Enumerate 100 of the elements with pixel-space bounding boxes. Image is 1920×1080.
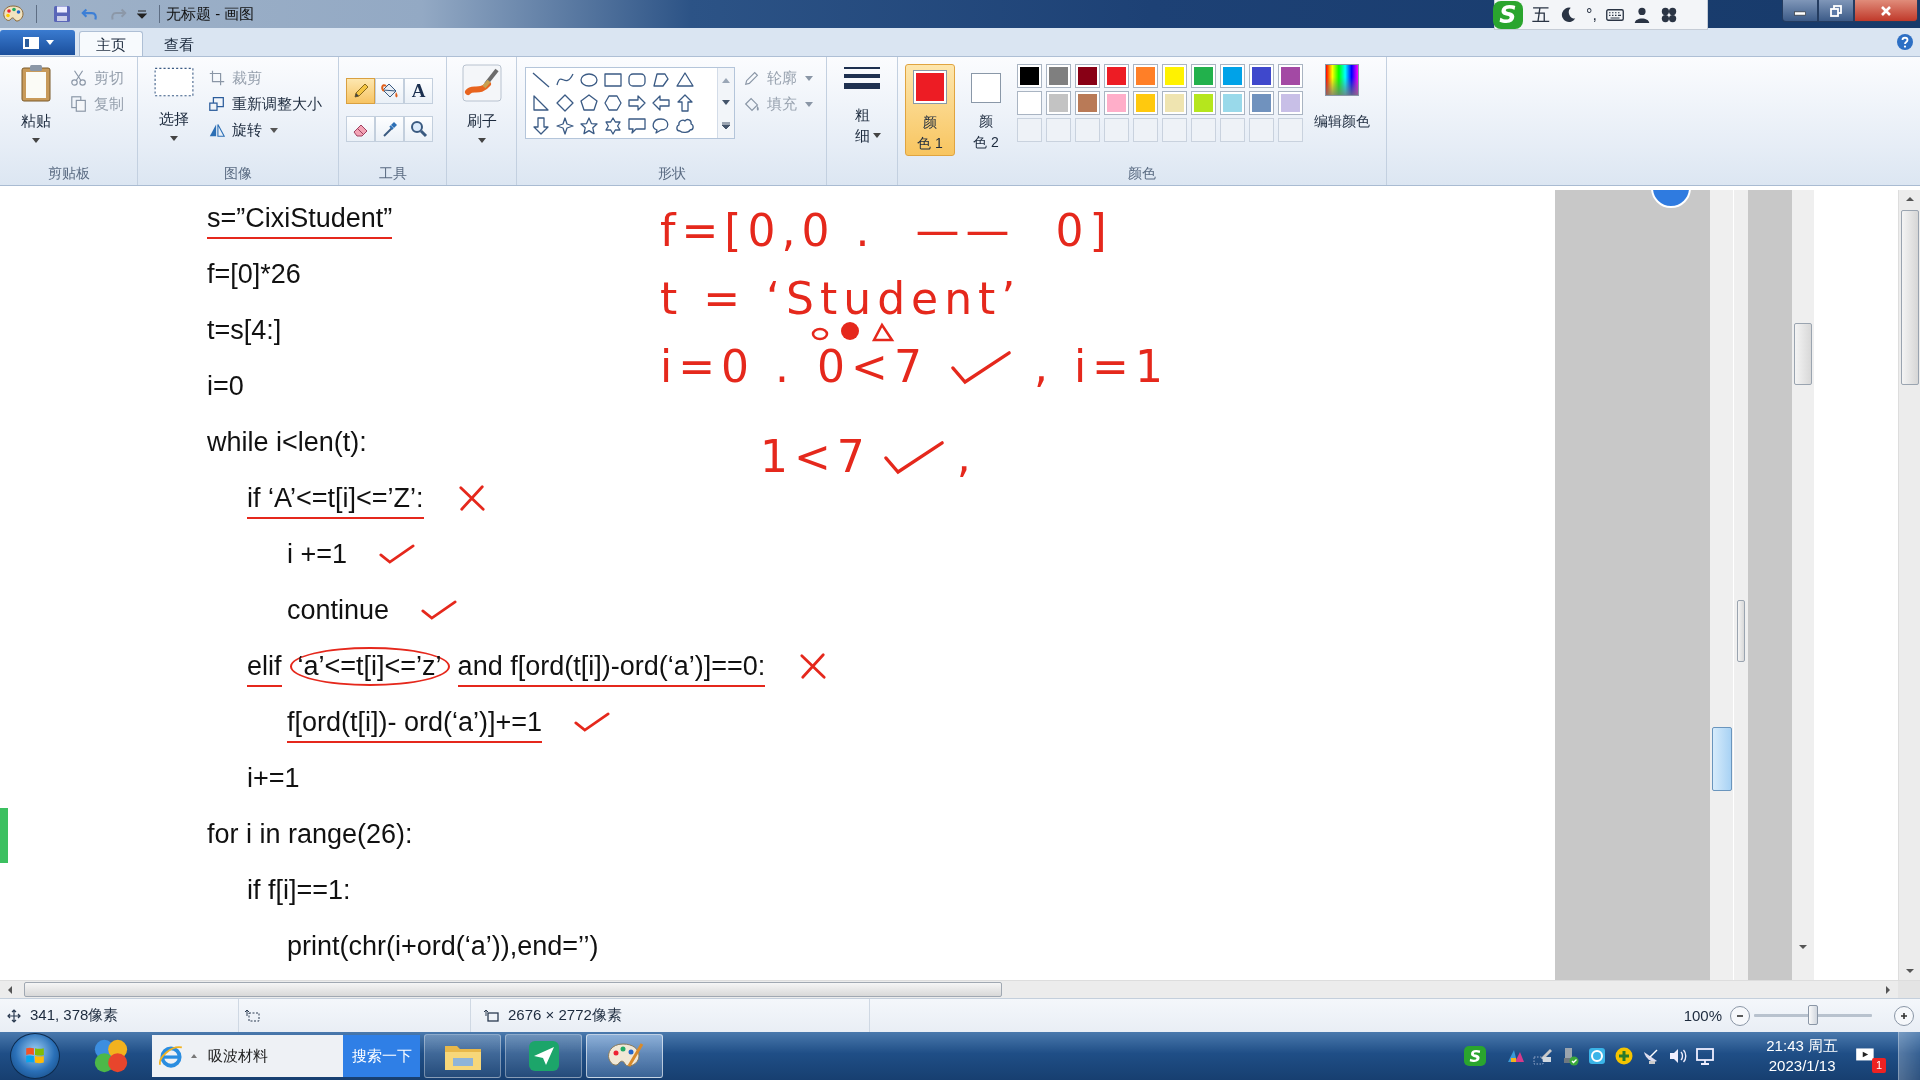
color-swatch[interactable] <box>1162 91 1187 115</box>
close-button[interactable] <box>1854 0 1918 22</box>
tool-button[interactable] <box>375 116 404 142</box>
ring-tile-icon[interactable] <box>1587 1046 1608 1066</box>
ribbon-tab[interactable]: 主页 <box>79 31 143 56</box>
up-arrow-shape-icon[interactable] <box>675 93 695 113</box>
color-swatch[interactable] <box>1191 91 1216 115</box>
cloud-callout-shape-icon[interactable] <box>675 116 695 136</box>
pentagon-shape-icon[interactable] <box>579 93 599 113</box>
plus-circle-icon[interactable] <box>1614 1046 1635 1066</box>
empty-color-slot[interactable] <box>1162 118 1187 142</box>
zoom-in-button[interactable] <box>1894 1005 1914 1026</box>
four-point-star-shape-icon[interactable] <box>555 116 575 136</box>
monitor-icon[interactable] <box>1695 1046 1716 1066</box>
oval-shape-icon[interactable] <box>579 70 599 90</box>
search-field[interactable]: 吸波材料 <box>152 1035 343 1077</box>
right-triangle-shape-icon[interactable] <box>531 93 551 113</box>
empty-color-slot[interactable] <box>1104 118 1129 142</box>
color-swatch[interactable] <box>1133 91 1158 115</box>
empty-color-slot[interactable] <box>1046 118 1071 142</box>
vertical-scrollbar[interactable] <box>1898 190 1920 980</box>
moon-icon[interactable] <box>1559 5 1577 24</box>
scroll-down-icon[interactable] <box>1904 968 1915 974</box>
diamond-shape-icon[interactable] <box>555 93 575 113</box>
save-icon[interactable] <box>53 5 71 23</box>
color-swatch[interactable] <box>1017 64 1042 88</box>
right-arrow-shape-icon[interactable] <box>627 93 647 113</box>
paste-button[interactable]: 粘贴 <box>12 64 60 163</box>
color-swatch[interactable] <box>1249 91 1274 115</box>
taskbar-button[interactable] <box>424 1034 501 1078</box>
color-slot-button[interactable]: 颜色 1 <box>905 64 955 156</box>
triangle-shape-icon[interactable] <box>675 70 695 90</box>
scrollbar-thumb[interactable] <box>1711 727 1732 791</box>
left-arrow-shape-icon[interactable] <box>651 93 671 113</box>
five-point-star-shape-icon[interactable] <box>579 116 599 136</box>
ribbon-button[interactable]: 旋转 <box>208 117 322 143</box>
color-swatch[interactable] <box>1191 64 1216 88</box>
taskbar-button[interactable] <box>586 1034 663 1078</box>
horizontal-scrollbar[interactable] <box>0 980 1920 998</box>
down-arrow-shape-icon[interactable] <box>531 116 551 136</box>
size-button[interactable]: 粗细 <box>837 64 887 185</box>
empty-color-slot[interactable] <box>1191 118 1216 142</box>
pen-icon[interactable] <box>1533 1046 1554 1066</box>
clock-date[interactable]: 2023/1/13 <box>1768 1056 1836 1076</box>
color-swatch[interactable] <box>1162 64 1187 88</box>
hexagon-shape-icon[interactable] <box>603 93 623 113</box>
scrollbar-thumb[interactable] <box>1794 323 1812 385</box>
scroll-right-icon[interactable] <box>1885 984 1891 995</box>
color-slot-button[interactable]: 颜色 2 <box>965 64 1007 156</box>
ribbon-tab[interactable]: 查看 <box>147 31 211 56</box>
scroll-down-icon[interactable] <box>1798 944 1808 950</box>
restore-button[interactable] <box>1818 0 1854 22</box>
empty-color-slot[interactable] <box>1278 118 1303 142</box>
clock-time[interactable]: 21:43 周五 <box>1766 1036 1838 1056</box>
color-swatch[interactable] <box>1249 64 1274 88</box>
person-icon[interactable] <box>1632 5 1651 24</box>
tool-button[interactable] <box>375 78 404 104</box>
tool-button[interactable] <box>404 116 433 142</box>
color-swatch[interactable] <box>1104 91 1129 115</box>
color-swatch[interactable] <box>1104 64 1129 88</box>
oval-callout-shape-icon[interactable] <box>651 116 671 136</box>
palette-icon[interactable] <box>2 4 24 24</box>
tool-button[interactable] <box>346 78 375 104</box>
scrollbar-thumb[interactable] <box>1900 210 1919 385</box>
taskbar-button[interactable] <box>505 1034 582 1078</box>
search-button[interactable]: 搜索一下 <box>343 1035 420 1077</box>
empty-color-slot[interactable] <box>1017 118 1042 142</box>
expand-icon[interactable] <box>721 122 731 131</box>
empty-color-slot[interactable] <box>1133 118 1158 142</box>
slider-thumb[interactable] <box>1808 1005 1818 1025</box>
rounded-rectangle-shape-icon[interactable] <box>627 70 647 90</box>
select-button[interactable]: 选择 <box>150 64 198 163</box>
show-desktop-button[interactable] <box>1898 1032 1920 1080</box>
scroll-left-icon[interactable] <box>7 984 13 995</box>
scroll-up-icon[interactable] <box>1904 196 1915 202</box>
color-swatch[interactable] <box>1133 64 1158 88</box>
color-swatch[interactable] <box>1046 91 1071 115</box>
scroll-down-icon[interactable] <box>721 99 731 107</box>
caret-icon[interactable] <box>137 9 147 19</box>
brushes-button[interactable]: 刷子 <box>456 64 507 185</box>
six-point-star-shape-icon[interactable] <box>603 116 623 136</box>
minimize-button[interactable] <box>1782 0 1818 22</box>
four-circles-icon[interactable] <box>92 1037 130 1075</box>
grid-icon[interactable] <box>1659 5 1678 24</box>
scrollbar-thumb[interactable] <box>1737 600 1745 662</box>
edit-colors-button[interactable]: 编辑颜色 <box>1309 64 1375 163</box>
empty-color-slot[interactable] <box>1249 118 1274 142</box>
text-tool-button[interactable]: A <box>404 78 433 104</box>
zoom-out-button[interactable] <box>1730 1005 1750 1026</box>
punctuation-mode[interactable]: °, <box>1586 4 1597 25</box>
app-menu-button[interactable] <box>0 30 75 55</box>
color-swatch[interactable] <box>1220 91 1245 115</box>
help-icon[interactable] <box>1896 33 1914 51</box>
input-mode[interactable]: 五 <box>1532 4 1550 25</box>
scrollbar-thumb[interactable] <box>24 982 1002 997</box>
ribbon-button[interactable]: 重新调整大小 <box>208 91 322 117</box>
color-swatch[interactable] <box>1046 64 1071 88</box>
color-swatch[interactable] <box>1017 91 1042 115</box>
color-swatch[interactable] <box>1075 64 1100 88</box>
tool-button[interactable] <box>346 116 375 142</box>
